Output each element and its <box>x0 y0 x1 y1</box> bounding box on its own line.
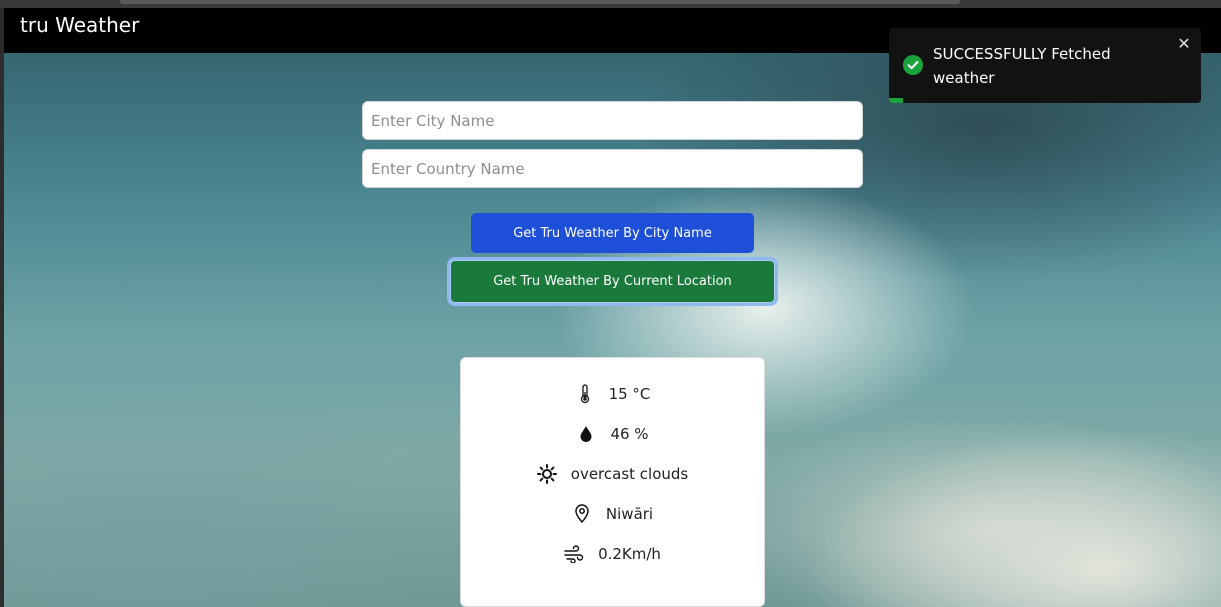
close-icon[interactable]: ✕ <box>1176 36 1192 52</box>
wind-value: 0.2Km/h <box>598 545 661 563</box>
get-weather-by-city-button[interactable]: Get Tru Weather By City Name <box>471 213 754 253</box>
humidity-value: 46 % <box>610 425 649 443</box>
humidity-row: 46 % <box>461 422 764 446</box>
temperature-value: 15 °C <box>608 385 651 403</box>
browser-scrollbar[interactable] <box>120 0 960 4</box>
wind-row: 0.2Km/h <box>461 542 764 566</box>
toast-progress-bar <box>889 98 904 103</box>
droplet-icon <box>576 424 596 444</box>
get-weather-by-location-button[interactable]: Get Tru Weather By Current Location <box>450 260 775 303</box>
sun-icon <box>536 464 557 484</box>
country-input[interactable] <box>362 149 863 188</box>
location-value: Niwāri <box>605 505 654 523</box>
temperature-row: 15 °C <box>461 382 764 406</box>
location-row: Niwāri <box>461 502 764 526</box>
condition-value: overcast clouds <box>570 465 689 483</box>
success-toast: SUCCESSFULLY Fetched weather ✕ <box>889 28 1201 103</box>
weather-card: 15 °C 46 % overcast clouds Niwāri 0.2Km/… <box>460 357 765 607</box>
window-top-bar <box>0 0 1221 8</box>
condition-row: overcast clouds <box>461 462 764 486</box>
city-input[interactable] <box>362 101 863 140</box>
thermometer-icon <box>575 384 595 404</box>
check-circle-icon <box>903 55 923 75</box>
wind-icon <box>564 544 584 564</box>
app-title[interactable]: tru Weather <box>20 13 139 37</box>
map-pin-icon <box>572 504 592 524</box>
toast-message: SUCCESSFULLY Fetched weather <box>933 45 1111 87</box>
